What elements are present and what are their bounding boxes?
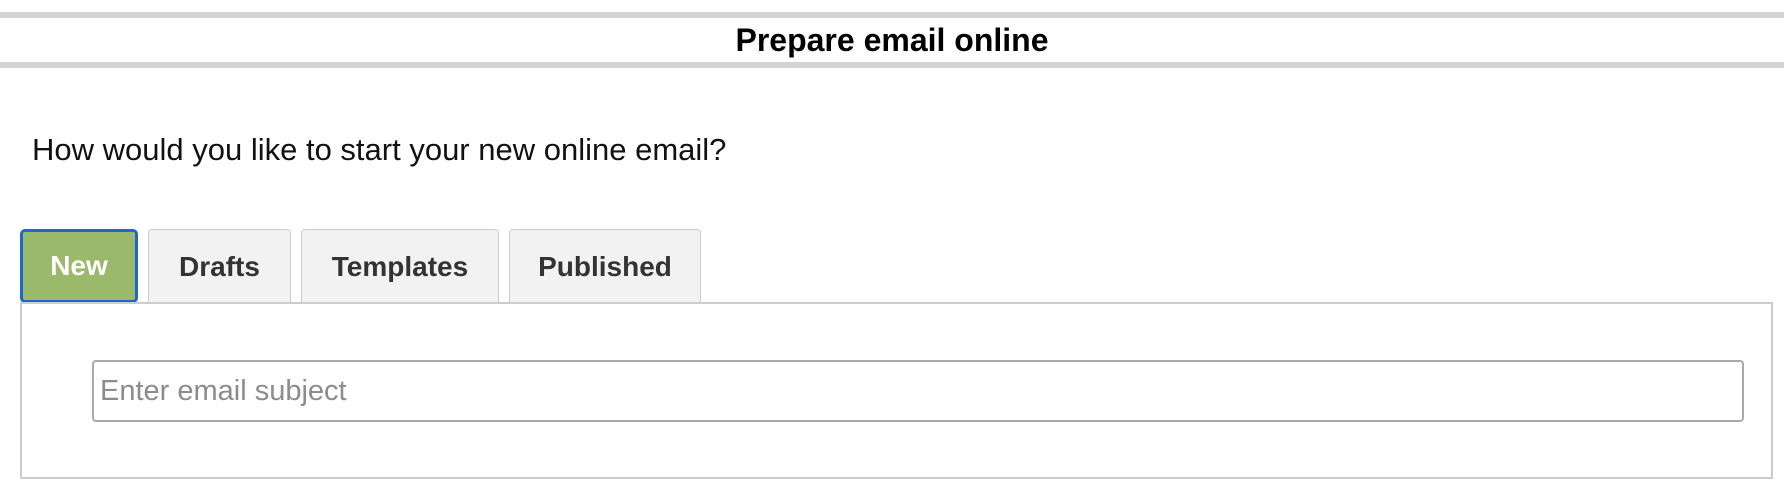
page-title: Prepare email online	[735, 21, 1049, 58]
title-bar: Prepare email online	[0, 12, 1784, 68]
page: Prepare email online How would you like …	[0, 0, 1784, 498]
start-question: How would you like to start your new onl…	[32, 132, 727, 167]
tab-templates[interactable]: Templates	[301, 229, 499, 303]
tab-drafts[interactable]: Drafts	[148, 229, 291, 303]
email-subject-input[interactable]	[92, 360, 1744, 422]
tab-panel-new	[20, 302, 1773, 479]
tab-published[interactable]: Published	[509, 229, 701, 303]
tab-new[interactable]: New	[20, 229, 138, 303]
tab-bar: New Drafts Templates Published	[20, 229, 711, 303]
